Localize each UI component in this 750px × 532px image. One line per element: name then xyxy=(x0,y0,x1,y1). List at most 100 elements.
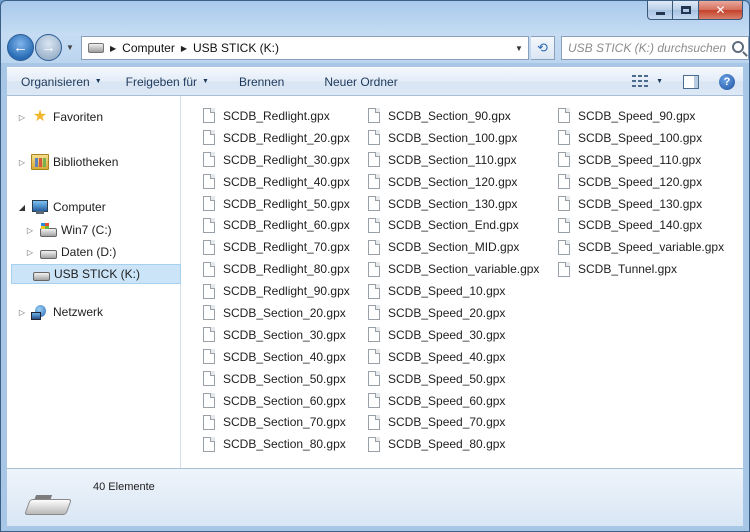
view-options-icon[interactable] xyxy=(632,74,649,89)
file-item[interactable]: SCDB_Speed_30.gpx xyxy=(368,324,539,346)
file-icon xyxy=(203,261,215,277)
file-item[interactable]: SCDB_Section_90.gpx xyxy=(368,105,539,127)
expand-arrow-icon[interactable]: ▷ xyxy=(25,248,35,257)
nav-item-drive-c[interactable]: ▷ Win7 (C:) xyxy=(25,220,112,240)
burn-button[interactable]: Brennen xyxy=(221,68,296,95)
file-item[interactable]: SCDB_Section_30.gpx xyxy=(203,324,350,346)
file-item[interactable]: SCDB_Speed_variable.gpx xyxy=(558,236,724,258)
expand-arrow-icon[interactable]: ▷ xyxy=(17,158,27,167)
file-item[interactable]: SCDB_Redlight_40.gpx xyxy=(203,171,350,193)
chevron-right-icon[interactable]: ▶ xyxy=(110,44,116,53)
file-item[interactable]: SCDB_Section_50.gpx xyxy=(203,368,350,390)
file-item[interactable]: SCDB_Section_130.gpx xyxy=(368,193,539,215)
file-item[interactable]: SCDB_Section_MID.gpx xyxy=(368,236,539,258)
file-icon xyxy=(558,196,570,211)
file-item[interactable]: SCDB_Redlight_80.gpx xyxy=(203,258,350,280)
forward-button[interactable]: → xyxy=(35,33,62,61)
recent-pages-dropdown[interactable]: ▼ xyxy=(64,43,76,52)
file-item[interactable]: SCDB_Section_110.gpx xyxy=(368,149,539,171)
nav-item-drive-d[interactable]: ▷ Daten (D:) xyxy=(25,242,116,262)
file-item[interactable]: SCDB_Redlight_60.gpx xyxy=(203,214,350,236)
file-icon xyxy=(203,349,215,365)
file-name: SCDB_Redlight_90.gpx xyxy=(223,284,350,299)
file-item[interactable]: SCDB_Speed_40.gpx xyxy=(368,346,539,368)
file-item[interactable]: SCDB_Section_20.gpx xyxy=(203,302,350,324)
file-item[interactable]: SCDB_Speed_10.gpx xyxy=(368,280,539,302)
nav-item-drive-k[interactable]: USB STICK (K:) xyxy=(11,264,181,284)
file-item[interactable]: SCDB_Redlight_90.gpx xyxy=(203,280,350,302)
file-item[interactable]: SCDB_Speed_100.gpx xyxy=(558,127,724,149)
file-item[interactable]: SCDB_Section_120.gpx xyxy=(368,171,539,193)
file-item[interactable]: SCDB_Speed_80.gpx xyxy=(368,433,539,455)
file-item[interactable]: SCDB_Speed_20.gpx xyxy=(368,302,539,324)
file-item[interactable]: SCDB_Speed_130.gpx xyxy=(558,193,724,215)
search-icon[interactable] xyxy=(732,41,744,53)
close-button[interactable]: ✕ xyxy=(699,1,743,20)
breadcrumb-usb-stick[interactable]: USB STICK (K:) xyxy=(193,41,279,55)
back-arrow-icon: ← xyxy=(13,38,28,56)
nav-item-computer[interactable]: ◢ Computer xyxy=(17,197,106,217)
file-item[interactable]: SCDB_Section_60.gpx xyxy=(203,390,350,412)
file-name: SCDB_Speed_70.gpx xyxy=(388,415,506,430)
file-item[interactable]: SCDB_Redlight_70.gpx xyxy=(203,236,350,258)
file-name: SCDB_Speed_140.gpx xyxy=(578,218,703,233)
expand-arrow-icon[interactable]: ▷ xyxy=(17,308,27,317)
nav-item-favorites[interactable]: ▷ ★ Favoriten xyxy=(17,107,103,127)
new-folder-button[interactable]: Neuer Ordner xyxy=(296,68,409,95)
file-icon xyxy=(368,261,380,277)
file-item[interactable]: SCDB_Speed_110.gpx xyxy=(558,149,724,171)
file-item[interactable]: SCDB_Speed_120.gpx xyxy=(558,171,724,193)
file-item[interactable]: SCDB_Section_80.gpx xyxy=(203,433,350,455)
file-item[interactable]: SCDB_Redlight_20.gpx xyxy=(203,127,350,149)
minimize-button[interactable] xyxy=(647,1,673,20)
file-item[interactable]: SCDB_Section_End.gpx xyxy=(368,214,539,236)
file-item[interactable]: SCDB_Speed_60.gpx xyxy=(368,390,539,412)
view-dropdown-icon[interactable]: ▼ xyxy=(656,78,663,85)
file-item[interactable]: SCDB_Section_100.gpx xyxy=(368,127,539,149)
maximize-button[interactable] xyxy=(673,1,699,20)
file-name: SCDB_Section_40.gpx xyxy=(223,349,346,364)
file-column-2: SCDB_Section_90.gpx SCDB_Section_100.gpx S… xyxy=(368,105,539,455)
file-item[interactable]: SCDB_Speed_70.gpx xyxy=(368,411,539,433)
file-icon xyxy=(368,436,380,452)
chevron-right-icon[interactable]: ▶ xyxy=(181,44,187,53)
help-icon[interactable]: ? xyxy=(719,73,735,90)
file-name: SCDB_Speed_20.gpx xyxy=(388,305,506,320)
file-item[interactable]: SCDB_Tunnel.gpx xyxy=(558,258,724,280)
main-area: ▷ ★ Favoriten ▷ Bibliotheken ◢ Computer … xyxy=(7,96,743,468)
nav-item-network[interactable]: ▷ Netzwerk xyxy=(17,302,103,322)
share-button[interactable]: Freigeben für ▼ xyxy=(114,68,221,95)
back-button[interactable]: ← xyxy=(7,33,34,61)
organize-button[interactable]: Organisieren ▼ xyxy=(7,68,114,95)
file-item[interactable]: SCDB_Redlight_30.gpx xyxy=(203,149,350,171)
file-name: SCDB_Speed_variable.gpx xyxy=(578,240,725,255)
address-dropdown-icon[interactable]: ▼ xyxy=(510,37,528,59)
share-label: Freigeben für xyxy=(125,74,198,89)
collapse-arrow-icon[interactable]: ◢ xyxy=(17,203,27,212)
search-input[interactable]: USB STICK (K:) durchsuchen xyxy=(561,36,749,60)
expand-arrow-icon[interactable]: ▷ xyxy=(17,113,27,122)
file-item[interactable]: SCDB_Section_variable.gpx xyxy=(368,258,539,280)
file-item[interactable]: SCDB_Redlight_50.gpx xyxy=(203,193,350,215)
file-item[interactable]: SCDB_Section_40.gpx xyxy=(203,346,350,368)
file-item[interactable]: SCDB_Speed_50.gpx xyxy=(368,368,539,390)
file-name: SCDB_Speed_120.gpx xyxy=(578,174,703,189)
breadcrumb-computer[interactable]: Computer xyxy=(122,41,175,55)
windows-drive-icon xyxy=(39,222,57,238)
file-item[interactable]: SCDB_Section_70.gpx xyxy=(203,411,350,433)
file-name: SCDB_Speed_10.gpx xyxy=(388,284,506,299)
address-bar[interactable]: ▶ Computer ▶ USB STICK (K:) ▼ xyxy=(81,36,529,60)
file-icon xyxy=(368,327,380,343)
file-name: SCDB_Speed_110.gpx xyxy=(578,152,702,167)
file-item[interactable]: SCDB_Redlight.gpx xyxy=(203,105,350,127)
nav-item-libraries[interactable]: ▷ Bibliotheken xyxy=(17,152,118,172)
navigation-pane: ▷ ★ Favoriten ▷ Bibliotheken ◢ Computer … xyxy=(7,96,181,468)
usb-drive-icon xyxy=(32,266,50,282)
file-item[interactable]: SCDB_Speed_140.gpx xyxy=(558,214,724,236)
refresh-button[interactable]: ⟲ xyxy=(531,36,555,60)
preview-pane-icon[interactable] xyxy=(683,74,699,89)
expand-arrow-icon[interactable]: ▷ xyxy=(25,226,35,235)
file-item[interactable]: SCDB_Speed_90.gpx xyxy=(558,105,724,127)
details-pane: 40 Elemente xyxy=(7,468,743,526)
file-name: SCDB_Section_110.gpx xyxy=(388,152,517,167)
